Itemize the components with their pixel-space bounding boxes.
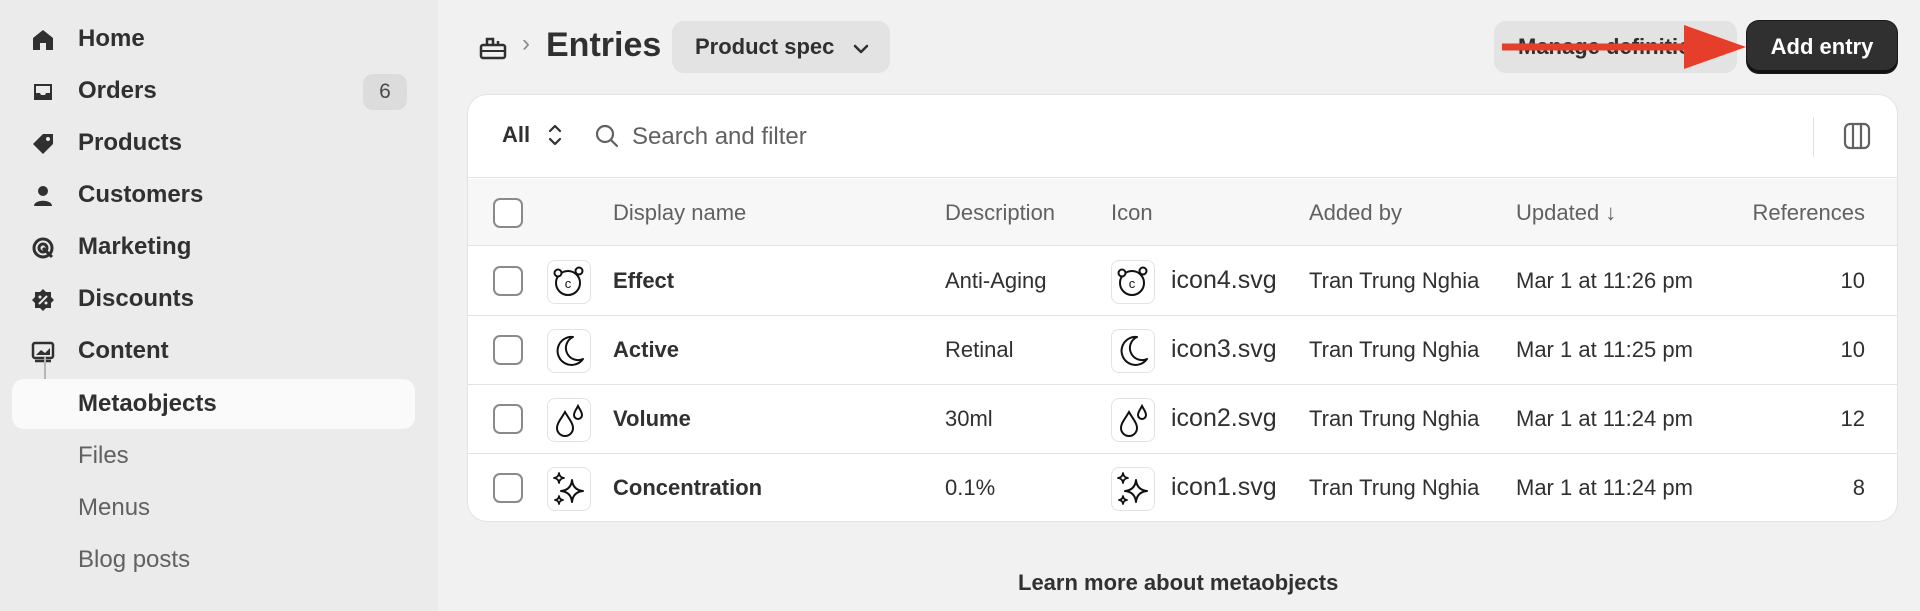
sidebar-item-orders[interactable]: Orders 6 — [12, 66, 415, 116]
learn-more-link[interactable]: Learn more about metaobjects — [1018, 570, 1338, 596]
sidebar-item-label: Home — [78, 25, 145, 52]
discount-icon — [30, 287, 56, 313]
sidebar-item-label: Discounts — [78, 285, 195, 312]
search-icon — [594, 123, 620, 154]
search-input[interactable] — [632, 117, 1232, 157]
sidebar-item-label: Metaobjects — [78, 390, 217, 417]
row-updated: Mar 1 at 11:24 pm — [1516, 475, 1693, 500]
table-row[interactable]: Active Retinal icon3.svg Tran Trung Nghi… — [468, 316, 1897, 385]
column-header-added-by[interactable]: Added by — [1309, 200, 1402, 226]
row-updated: Mar 1 at 11:26 pm — [1516, 268, 1693, 293]
filter-all-label[interactable]: All — [502, 122, 530, 148]
row-description: 30ml — [945, 406, 993, 431]
table-header: Display name Description Icon Added by U… — [468, 179, 1897, 246]
row-checkbox[interactable] — [493, 266, 523, 296]
row-updated: Mar 1 at 11:24 pm — [1516, 406, 1693, 431]
row-icon-file: icon2.svg — [1171, 404, 1277, 432]
definition-select-label: Product spec — [695, 34, 835, 59]
inbox-icon — [30, 79, 56, 105]
entries-card: All Display name Description Icon Added … — [467, 94, 1898, 522]
droplets-icon — [547, 398, 591, 442]
svg-text:c: c — [565, 276, 572, 291]
table-row[interactable]: Volume 30ml icon2.svg Tran Trung Nghia M… — [468, 385, 1897, 454]
sparkles-icon — [547, 467, 591, 511]
definition-select[interactable]: Product spec — [672, 21, 890, 73]
manage-definition-button[interactable]: Manage definition — [1494, 21, 1737, 73]
row-description: 0.1% — [945, 475, 996, 500]
column-header-updated[interactable]: Updated ↓ — [1516, 200, 1616, 226]
breadcrumb-separator: › — [522, 30, 530, 57]
row-added-by: Tran Trung Nghia — [1309, 268, 1480, 293]
row-display-name[interactable]: Volume — [613, 406, 691, 432]
row-description: Anti-Aging — [945, 268, 1047, 293]
row-references: 8 — [1852, 475, 1865, 500]
columns-icon[interactable] — [1843, 122, 1871, 155]
row-icon-file: icon4.svg — [1171, 266, 1277, 294]
sidebar-item-menus[interactable]: Menus — [12, 483, 415, 533]
row-display-name[interactable]: Concentration — [613, 475, 762, 501]
sidebar-item-label: Files — [78, 442, 129, 469]
sidebar-item-metaobjects[interactable]: Metaobjects — [12, 379, 415, 429]
svg-text:c: c — [1129, 276, 1136, 291]
sparkles-icon — [1111, 467, 1155, 511]
home-icon — [30, 27, 56, 53]
row-updated: Mar 1 at 11:25 pm — [1516, 337, 1693, 362]
sidebar-item-customers[interactable]: Customers — [12, 170, 415, 220]
target-icon — [30, 235, 56, 261]
sort-chevrons-icon[interactable] — [546, 121, 564, 154]
sidebar-item-products[interactable]: Products — [12, 118, 415, 168]
moon-icon — [547, 329, 591, 373]
row-references: 10 — [1840, 337, 1865, 362]
sidebar-item-label: Marketing — [78, 233, 192, 260]
row-references: 10 — [1840, 268, 1865, 293]
sidebar-item-label: Blog posts — [78, 546, 191, 573]
metaobject-icon[interactable] — [478, 33, 508, 63]
row-added-by: Tran Trung Nghia — [1309, 475, 1480, 500]
orders-count-badge: 6 — [363, 74, 407, 110]
sidebar-item-files[interactable]: Files — [12, 431, 415, 481]
orbit-c-icon: c — [1111, 260, 1155, 304]
sidebar-item-marketing[interactable]: Marketing — [12, 222, 415, 272]
add-entry-button[interactable]: Add entry — [1747, 21, 1897, 73]
row-icon-file: icon3.svg — [1171, 335, 1277, 363]
chevron-down-icon — [852, 38, 870, 64]
sidebar-item-discounts[interactable]: Discounts — [12, 274, 415, 324]
sidebar-item-home[interactable]: Home — [12, 14, 415, 64]
row-checkbox[interactable] — [493, 404, 523, 434]
sidebar: Home Orders 6 Products Customers Marketi… — [0, 0, 438, 611]
page-title: Entries — [546, 26, 662, 64]
moon-icon — [1111, 329, 1155, 373]
row-display-name[interactable]: Active — [613, 337, 679, 363]
row-checkbox[interactable] — [493, 335, 523, 365]
row-icon-file: icon1.svg — [1171, 473, 1277, 501]
person-icon — [30, 183, 56, 209]
row-references: 12 — [1840, 406, 1865, 431]
column-header-references[interactable]: References — [1752, 200, 1865, 226]
row-added-by: Tran Trung Nghia — [1309, 337, 1480, 362]
sidebar-item-blog-posts[interactable]: Blog posts — [12, 535, 415, 585]
droplets-icon — [1111, 398, 1155, 442]
table-toolbar: All — [468, 95, 1897, 178]
orbit-c-icon: c — [547, 260, 591, 304]
column-header-icon[interactable]: Icon — [1111, 200, 1153, 226]
table-row[interactable]: c Effect Anti-Aging c icon4.svg Tran Tru… — [468, 247, 1897, 316]
row-added-by: Tran Trung Nghia — [1309, 406, 1480, 431]
toolbar-divider — [1813, 117, 1814, 157]
row-checkbox[interactable] — [493, 473, 523, 503]
sidebar-item-label: Menus — [78, 494, 151, 521]
sidebar-item-label: Orders — [78, 77, 157, 104]
column-header-description[interactable]: Description — [945, 200, 1055, 226]
select-all-checkbox[interactable] — [493, 198, 523, 228]
column-header-display-name[interactable]: Display name — [613, 200, 746, 226]
sidebar-item-label: Content — [78, 337, 169, 364]
sidebar-item-label: Customers — [78, 181, 204, 208]
tag-icon — [30, 131, 56, 157]
sidebar-item-label: Products — [78, 129, 183, 156]
sidebar-item-content[interactable]: Content — [12, 326, 415, 376]
row-display-name[interactable]: Effect — [613, 268, 674, 294]
row-description: Retinal — [945, 337, 1014, 362]
table-row[interactable]: Concentration 0.1% icon1.svg Tran Trung … — [468, 454, 1897, 521]
